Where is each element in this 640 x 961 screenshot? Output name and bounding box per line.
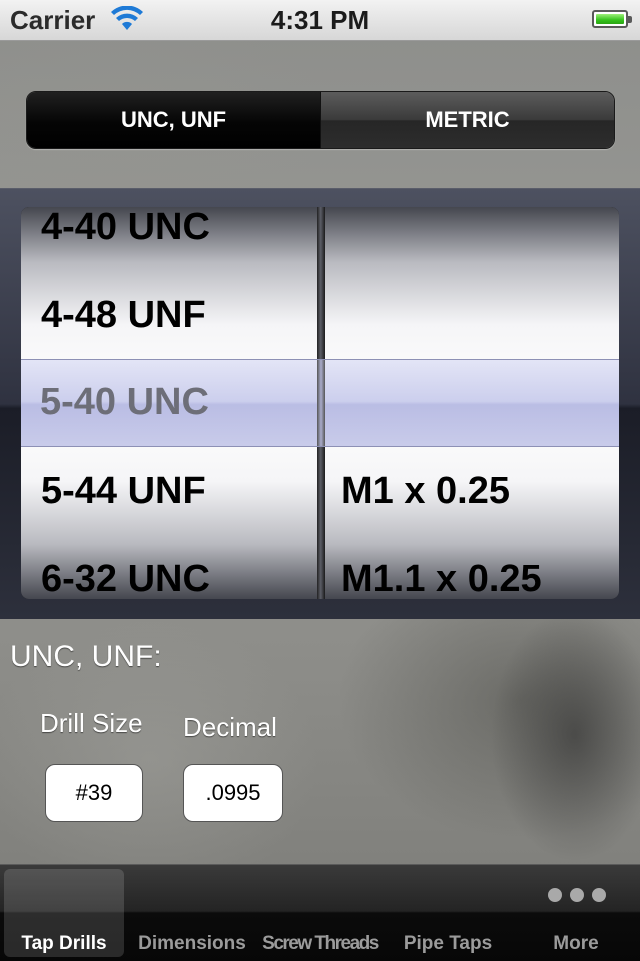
battery-level — [596, 14, 624, 24]
picker-row[interactable]: 6-32 UNC — [41, 535, 210, 599]
tab-tap-drills[interactable]: Tap Drills — [0, 865, 128, 961]
tab-more[interactable]: More — [512, 865, 640, 961]
segment-unc-unf[interactable]: UNC, UNF — [27, 92, 320, 148]
decimal-value: .0995 — [183, 764, 283, 822]
tab-dimensions[interactable]: Dimensions — [128, 865, 256, 961]
clock: 4:31 PM — [270, 5, 370, 35]
tab-label: Pipe Taps — [403, 933, 493, 954]
tab-pipe-taps[interactable]: Pipe Taps — [384, 865, 512, 961]
drill-size-value: #39 — [45, 764, 143, 822]
picker-row[interactable]: M1 x 0.25 — [341, 447, 510, 535]
thread-standard-segmented-control[interactable]: UNC, UNF METRIC — [26, 91, 615, 149]
battery-icon — [592, 10, 632, 28]
tab-label: More — [553, 933, 599, 954]
picker-row[interactable]: 4-48 UNF — [41, 271, 206, 359]
drill-size-label: Drill Size — [40, 708, 143, 738]
tab-screw-threads[interactable]: Screw Threads — [256, 865, 384, 961]
picker-selected-row[interactable]: 5-40 UNC — [40, 359, 209, 445]
ellipsis-icon — [548, 888, 614, 907]
picker-row[interactable]: 5-44 UNF — [41, 447, 206, 535]
selection-divider — [317, 360, 325, 446]
status-bar: Carrier 4:31 PM — [0, 0, 640, 41]
tab-bar: Tap Drills Dimensions Screw Threads Pipe… — [0, 864, 640, 961]
segment-metric[interactable]: METRIC — [320, 92, 614, 148]
results-title: UNC, UNF: — [10, 640, 162, 673]
tab-label: Tap Drills — [21, 933, 107, 954]
tab-label: Dimensions — [138, 933, 246, 954]
picker-row[interactable]: 4-40 UNC — [41, 207, 210, 271]
picker-row[interactable]: M1.1 x 0.25 — [341, 535, 542, 599]
thread-picker: 4-40 UNC 4-48 UNF 5-44 UNF 6-32 UNC M1 x… — [0, 188, 640, 619]
decimal-label: Decimal — [183, 712, 277, 742]
tab-label: Screw Threads — [262, 933, 379, 954]
